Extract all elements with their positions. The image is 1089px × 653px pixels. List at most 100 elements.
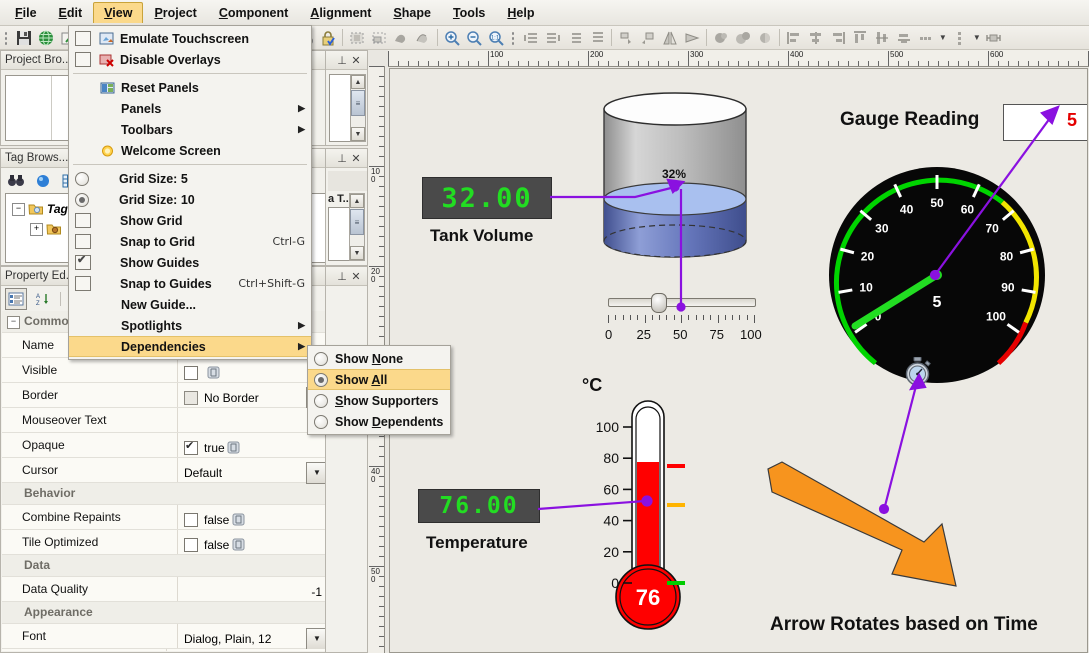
property-row[interactable]: Data Quality -1 (2, 577, 346, 602)
checkbox[interactable] (75, 31, 91, 46)
zoom-out-icon[interactable] (464, 28, 484, 48)
close-icon[interactable]: ✕ (349, 270, 363, 283)
menu-edit[interactable]: Edit (48, 2, 94, 24)
menu-item-panels[interactable]: Panels ▶ (69, 98, 311, 119)
gauge-readout-box[interactable]: 5 (1003, 104, 1087, 141)
toolbar-grip[interactable] (3, 29, 10, 46)
menu-project[interactable]: Project (143, 2, 207, 24)
property-row[interactable]: Mouseover Text (2, 408, 346, 433)
group-icon[interactable] (587, 28, 607, 48)
property-value[interactable]: false (178, 530, 346, 554)
menu-view[interactable]: View (93, 2, 144, 23)
property-row[interactable]: BorderNo Border▼ (2, 383, 346, 409)
radio-button[interactable] (314, 414, 328, 429)
radio-button[interactable] (75, 192, 89, 207)
space-vertical-icon[interactable] (950, 28, 970, 48)
align-top-icon[interactable] (850, 28, 870, 48)
radio-button[interactable] (314, 372, 328, 387)
binding-button[interactable] (204, 363, 222, 382)
binoculars-icon[interactable] (6, 171, 26, 191)
property-row[interactable]: Cursor Default ▼ (2, 458, 346, 484)
property-value[interactable]: Dialog, Plain, 12 ▼ (178, 624, 346, 650)
category-expander[interactable]: − (7, 316, 20, 329)
property-checkbox[interactable] (184, 439, 198, 455)
binding-button[interactable] (225, 438, 243, 457)
globe-icon[interactable] (36, 28, 56, 48)
indent-right-icon[interactable] (543, 28, 563, 48)
menu-item-grid-size-5[interactable]: Grid Size: 5 (69, 168, 311, 189)
crop-icon[interactable] (369, 28, 389, 48)
property-value[interactable]: false (178, 505, 346, 529)
tag-provider-icon[interactable] (33, 171, 53, 191)
checkbox[interactable] (75, 234, 91, 249)
menu-help[interactable]: Help (496, 2, 545, 24)
tree-expander[interactable]: − (12, 202, 25, 216)
property-table[interactable]: −CommonNameVisibleBorderNo Border▼Mouseo… (2, 311, 346, 651)
menu-item-show-all[interactable]: Show All (308, 369, 450, 390)
property-row[interactable]: Opaque true (2, 433, 346, 458)
flip-horizontal-icon[interactable] (660, 28, 680, 48)
menu-shape[interactable]: Shape (382, 2, 442, 24)
checkbox[interactable] (75, 52, 91, 67)
radio-button[interactable] (314, 393, 328, 408)
security-lock-icon[interactable] (318, 28, 338, 48)
rotate-left-icon[interactable] (616, 28, 636, 48)
right-dock-1-scrollbar[interactable]: ▲ ≡ ▼ (350, 74, 366, 142)
shape-b-icon[interactable] (733, 28, 753, 48)
menu-item-disable-overlays[interactable]: Disable Overlays (69, 49, 311, 70)
indent-left-icon[interactable] (521, 28, 541, 48)
menu-item-toolbars[interactable]: Toolbars ▶ (69, 119, 311, 140)
right-dock-2-content[interactable] (328, 207, 350, 261)
gauge-component[interactable]: 0 10 20 30 40 50 60 70 80 90 100 5 (827, 165, 1047, 385)
rotate-right-icon[interactable] (638, 28, 658, 48)
outdent-icon[interactable] (565, 28, 585, 48)
checkbox[interactable] (75, 276, 91, 291)
property-checkbox[interactable] (184, 537, 198, 552)
menu-component[interactable]: Component (208, 2, 299, 24)
checkbox[interactable] (75, 253, 91, 270)
toolbar-grip-2[interactable] (509, 29, 517, 46)
shape-a-icon[interactable] (711, 28, 731, 48)
slider-track[interactable] (608, 298, 756, 307)
close-icon[interactable]: ✕ (349, 54, 363, 67)
checkbox[interactable] (75, 213, 91, 228)
property-value[interactable]: true (178, 433, 346, 457)
shape-union-icon[interactable] (391, 28, 411, 48)
property-value[interactable]: -1 (178, 577, 346, 601)
align-center-icon[interactable] (806, 28, 826, 48)
close-icon[interactable]: ✕ (349, 152, 363, 165)
tank-volume-led[interactable]: 32.00 (422, 177, 552, 219)
menu-item-show-none[interactable]: Show None (308, 348, 450, 369)
property-row[interactable]: Tile Optimized false (2, 530, 346, 555)
pin-icon[interactable]: ⊥ (335, 270, 349, 283)
align-bottom-icon[interactable] (894, 28, 914, 48)
flip-vertical-icon[interactable] (682, 28, 702, 48)
pin-icon[interactable]: ⊥ (335, 54, 349, 67)
stopwatch-icon[interactable] (903, 357, 933, 387)
menu-alignment[interactable]: Alignment (299, 2, 382, 24)
property-row[interactable]: Visible (2, 358, 346, 383)
tank-component[interactable]: 32% (600, 89, 755, 274)
scroll-thumb[interactable]: ≡ (350, 209, 364, 235)
property-checkbox[interactable] (184, 365, 198, 380)
property-category-row[interactable]: − Data (2, 316, 346, 577)
menu-item-snap-to-grid[interactable]: Snap to Grid Ctrl-G (69, 231, 311, 252)
select-region-icon[interactable] (347, 28, 367, 48)
menu-item-show-dependents[interactable]: Show Dependents (308, 411, 450, 432)
binding-button[interactable] (229, 510, 247, 529)
align-right-icon[interactable] (828, 28, 848, 48)
zoom-in-icon[interactable] (442, 28, 462, 48)
property-row[interactable]: Background Color238,236,232▼ (2, 649, 346, 651)
menu-item-dependencies[interactable]: Dependencies ▶ (69, 336, 311, 357)
menu-item-snap-to-guides[interactable]: Snap to Guides Ctrl+Shift-G (69, 273, 311, 294)
tree-expander[interactable]: + (30, 222, 43, 236)
right-dock-1-content[interactable] (329, 74, 351, 142)
tank-slider[interactable]: 0 25 50 75 100 (605, 291, 762, 342)
property-value[interactable]: 238,236,232▼ (167, 649, 346, 651)
shape-subtract-icon[interactable] (413, 28, 433, 48)
menu-item-emulate-touchscreen[interactable]: Emulate Touchscreen (69, 28, 311, 49)
sort-az-icon[interactable]: AZ (33, 289, 53, 309)
right-dock-2-scrollbar[interactable]: ▲ ≡ ▼ (349, 193, 365, 261)
dependencies-submenu-popup[interactable]: Show None Show All Show Supporters Show … (307, 345, 451, 435)
scroll-down-button[interactable]: ▼ (351, 127, 365, 141)
